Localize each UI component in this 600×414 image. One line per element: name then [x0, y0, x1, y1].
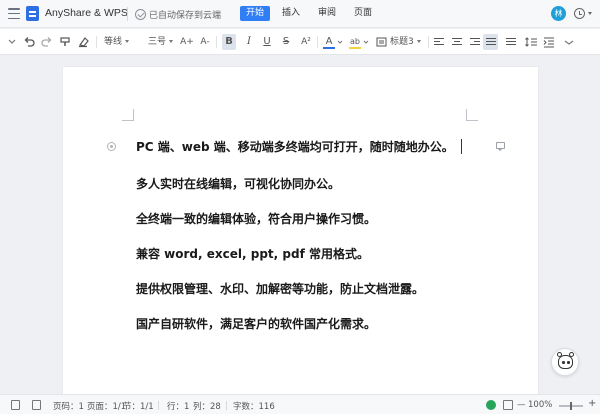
column-number: 列：28: [193, 402, 221, 412]
section-count: 节：1/1: [123, 402, 154, 412]
avatar[interactable]: 林: [551, 6, 566, 21]
security-shield-icon[interactable]: [486, 400, 496, 410]
more-format-icon[interactable]: [562, 34, 576, 50]
zoom-level[interactable]: 100%: [528, 400, 552, 410]
zoom-out-button[interactable]: —: [517, 400, 526, 410]
saved-check-icon: [135, 9, 146, 20]
formatting-toolbar: 等线 三号 A+ A- B I U S A² A ab 标题3: [0, 29, 600, 55]
paragraph-style-select[interactable]: 标题3: [390, 34, 421, 50]
mascot-face-icon: [558, 355, 573, 369]
zoom-slider-thumb[interactable]: [570, 402, 572, 410]
paragraph[interactable]: 国产自研软件，满足客户的软件国产化需求。: [136, 315, 376, 332]
page-count: 页面：1/1: [87, 402, 127, 412]
font-size-select[interactable]: 三号: [148, 34, 173, 50]
font-color-swatch: [323, 47, 335, 49]
toolbar-divider: [216, 36, 217, 48]
app-title: AnyShare & WPS: [45, 7, 128, 19]
status-divider: [226, 401, 227, 410]
font-family-select[interactable]: 等线: [104, 34, 129, 50]
title-divider: [127, 7, 128, 21]
bold-button[interactable]: B: [222, 34, 236, 50]
zoom-in-button[interactable]: +: [588, 398, 596, 409]
paragraph-handle-icon[interactable]: [107, 142, 116, 151]
superscript-button[interactable]: A²: [298, 34, 314, 50]
document-logo-icon: [26, 6, 39, 21]
assistant-mascot-button[interactable]: [551, 348, 579, 376]
font-color-button[interactable]: A: [322, 34, 336, 50]
status-bar: 页码：1 页面：1/1 节：1/1 行：1 列：28 字数：116 — 100%…: [0, 394, 600, 414]
format-painter-icon[interactable]: [58, 34, 72, 50]
word-count: 字数：116: [233, 402, 275, 412]
toolbar-divider: [317, 36, 318, 48]
highlight-swatch: [349, 47, 361, 49]
tab-start[interactable]: 开始: [240, 6, 271, 21]
distributed-align-icon[interactable]: [506, 38, 516, 47]
mascot-eye: [567, 361, 570, 364]
menu-icon[interactable]: [8, 8, 20, 19]
paragraph[interactable]: 全终端一致的编辑体验，符合用户操作习惯。: [136, 210, 376, 227]
indent-icon[interactable]: [542, 34, 556, 50]
view-mode-icon[interactable]: [503, 400, 513, 410]
align-justify-icon: [486, 38, 496, 47]
mascot-eye: [562, 361, 565, 364]
line-number: 行：1: [167, 402, 190, 412]
status-divider: [158, 401, 159, 410]
highlight-label: ab: [350, 37, 360, 46]
grow-font-button[interactable]: A+: [180, 34, 194, 50]
margin-corner-marker: [466, 109, 478, 121]
paragraph[interactable]: PC 端、web 端、移动端多终端均可打开，随时随地办公。: [136, 138, 454, 155]
italic-button[interactable]: I: [242, 34, 256, 50]
undo-icon[interactable]: [22, 34, 36, 50]
align-left-icon[interactable]: [434, 38, 444, 47]
more-tools-icon[interactable]: [6, 34, 18, 50]
toolbar-divider: [428, 36, 429, 48]
chevron-down-icon[interactable]: [336, 34, 344, 50]
save-status: 已自动保存到云端: [149, 11, 222, 21]
shrink-font-button[interactable]: A-: [198, 34, 212, 50]
align-right-icon[interactable]: [470, 38, 480, 47]
paragraph[interactable]: 多人实时在线编辑，可视化协同办公。: [136, 175, 340, 192]
font-color-label: A: [325, 36, 333, 47]
chevron-down-icon[interactable]: [362, 34, 370, 50]
paragraph[interactable]: 提供权限管理、水印、加解密等功能，防止文档泄露。: [136, 280, 424, 297]
zoom-slider[interactable]: [559, 402, 583, 410]
underline-button[interactable]: U: [260, 34, 274, 50]
strikethrough-button[interactable]: S: [279, 34, 293, 50]
chevron-down-icon[interactable]: [588, 12, 592, 15]
page-number: 页码：1: [53, 402, 84, 412]
paragraph[interactable]: 兼容 word, excel, ppt, pdf 常用格式。: [136, 245, 369, 262]
highlight-button[interactable]: ab: [348, 34, 362, 50]
clear-format-icon[interactable]: [76, 34, 90, 50]
title-bar: AnyShare & WPS 已自动保存到云端 开始 插入 审阅 页面 林: [0, 0, 600, 28]
paragraph-style-icon[interactable]: [376, 34, 388, 50]
align-center-icon[interactable]: [452, 38, 462, 47]
outline-icon[interactable]: [32, 400, 41, 410]
document-page[interactable]: PC 端、web 端、移动端多终端均可打开，随时随地办公。 多人实时在线编辑，可…: [63, 67, 538, 407]
tab-insert[interactable]: 插入: [276, 6, 306, 21]
tab-review[interactable]: 审阅: [312, 6, 342, 21]
line-spacing-icon[interactable]: [524, 34, 538, 50]
toolbar-divider: [96, 36, 97, 48]
document-map-icon[interactable]: [11, 400, 20, 410]
redo-icon[interactable]: [40, 34, 54, 50]
history-clock-icon[interactable]: [574, 8, 585, 19]
menu-tabs: 开始 插入 审阅 页面: [240, 6, 378, 21]
margin-corner-marker: [122, 109, 134, 121]
text-cursor: [461, 139, 462, 154]
comment-icon[interactable]: [496, 142, 505, 151]
tab-page[interactable]: 页面: [348, 6, 378, 21]
